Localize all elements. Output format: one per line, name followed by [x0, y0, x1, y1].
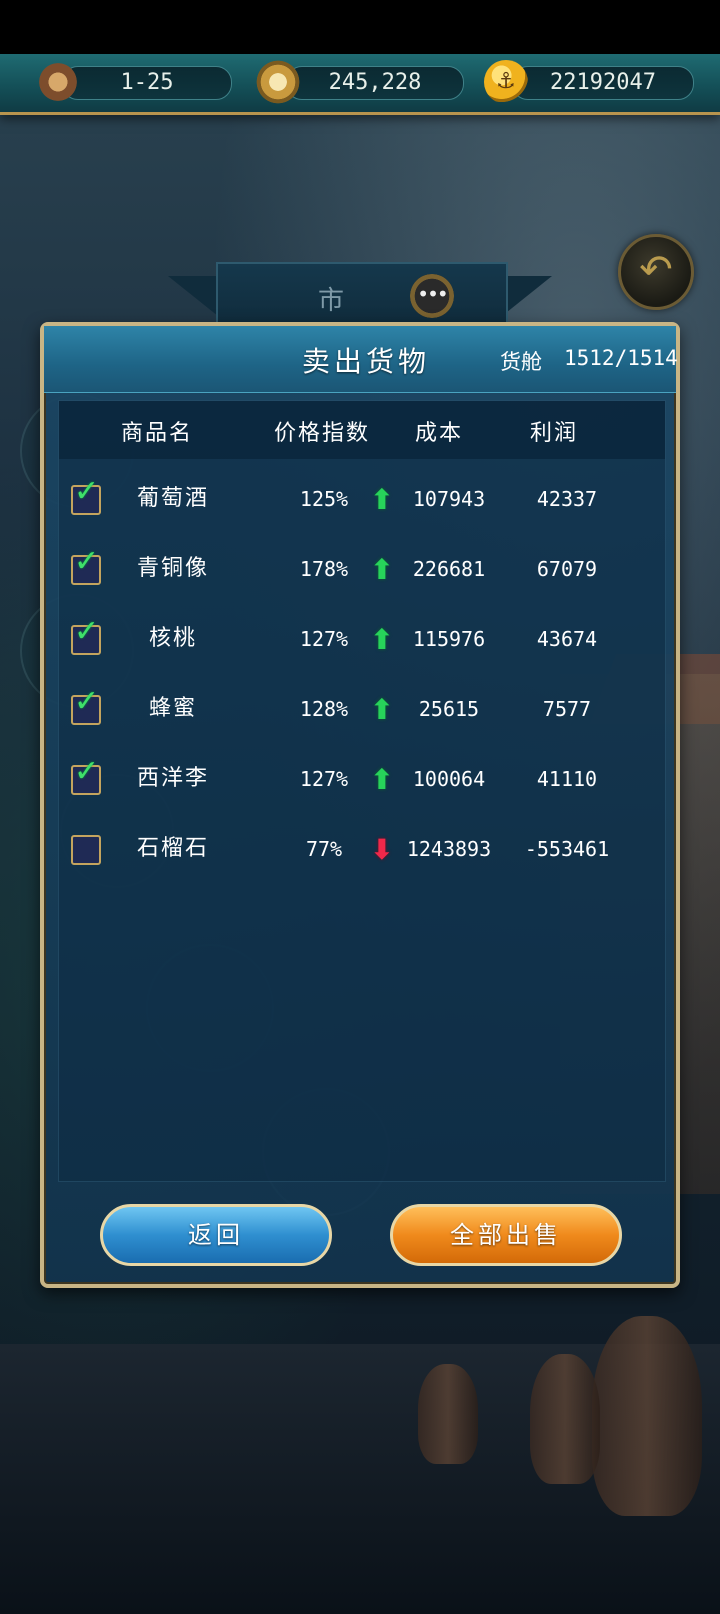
- anchor-coin-icon: ⚓: [484, 60, 528, 104]
- panel-title: 卖出货物: [302, 345, 431, 378]
- row-checkbox[interactable]: ✓: [71, 477, 101, 515]
- price-index: 127%: [299, 767, 349, 791]
- header-cost: 成本: [414, 421, 463, 446]
- profit: -553461: [524, 837, 610, 861]
- profit: 43674: [536, 627, 598, 651]
- table-row[interactable]: ✓ 核桃 127% ⬆ 115976 43674: [59, 605, 665, 675]
- row-checkbox[interactable]: [71, 835, 101, 865]
- compass-value-display: 245,228: [286, 66, 464, 100]
- profit: 42337: [536, 487, 598, 511]
- cost: 107943: [412, 487, 486, 511]
- back-button[interactable]: 返回: [100, 1204, 332, 1266]
- profit: 67079: [536, 557, 598, 581]
- row-checkbox[interactable]: ✓: [71, 617, 101, 655]
- price-index: 128%: [299, 697, 349, 721]
- row-checkbox[interactable]: ✓: [71, 687, 101, 725]
- price-index: 178%: [299, 557, 349, 581]
- sell-all-button[interactable]: 全部出售: [390, 1204, 622, 1266]
- table-header: 商品名 价格指数 成本 利润: [59, 401, 665, 459]
- market-title: 市 场: [318, 286, 357, 353]
- status-bar: [0, 0, 720, 54]
- goods-name: 葡萄酒: [136, 486, 209, 511]
- jar: [592, 1316, 702, 1516]
- resource-bar: 1-25 245,228 22192047 ⚓: [0, 54, 720, 115]
- header-name: 商品名: [120, 421, 193, 446]
- cost: 100064: [412, 767, 486, 791]
- cost: 226681: [412, 557, 486, 581]
- profit: 41110: [536, 767, 598, 791]
- checkmark-icon: ✓: [74, 684, 100, 719]
- price-index: 125%: [299, 487, 349, 511]
- goods-name: 西洋李: [136, 766, 209, 791]
- profit: 7577: [542, 697, 592, 721]
- checkmark-icon: ✓: [74, 754, 100, 789]
- row-checkbox[interactable]: ✓: [71, 547, 101, 585]
- cargo-hold-value: 1512/1514: [564, 346, 678, 370]
- goods-table: 商品名 价格指数 成本 利润 ✓ 葡萄酒 125% ⬆ 107943 42337…: [58, 400, 666, 1182]
- table-row[interactable]: ✓ 青铜像 178% ⬆ 226681 67079: [59, 535, 665, 605]
- checkmark-icon: ✓: [74, 474, 100, 509]
- cost: 25615: [418, 697, 480, 721]
- jar: [530, 1354, 600, 1484]
- sell-goods-panel: 卖出货物 货舱 1512/1514 商品名 价格指数 成本 利润 ✓ 葡萄酒 1…: [40, 322, 680, 1288]
- table-row[interactable]: ✓ 葡萄酒 125% ⬆ 107943 42337: [59, 465, 665, 535]
- goods-name: 石榴石: [136, 836, 209, 861]
- panel-header: 卖出货物 货舱 1512/1514: [44, 326, 678, 393]
- goods-name: 蜂蜜: [148, 696, 197, 721]
- table-row[interactable]: 石榴石 77% ⬇ 1243893 -553461: [59, 815, 665, 885]
- price-index: 77%: [305, 837, 343, 861]
- header-profit: 利润: [529, 421, 578, 446]
- cost: 115976: [412, 627, 486, 651]
- checkmark-icon: ✓: [74, 544, 100, 579]
- date-display: 1-25: [62, 66, 232, 100]
- header-price-index: 价格指数: [273, 421, 370, 446]
- anchor-icon: ⚓: [496, 69, 516, 94]
- cost: 1243893: [406, 837, 492, 861]
- compass-icon: [256, 60, 300, 104]
- back-arrow-icon[interactable]: ↶: [618, 234, 694, 310]
- jar: [418, 1364, 478, 1464]
- chat-icon[interactable]: •••: [410, 274, 454, 318]
- goods-name: 核桃: [148, 626, 197, 651]
- table-row[interactable]: ✓ 西洋李 127% ⬆ 100064 41110: [59, 745, 665, 815]
- price-index: 127%: [299, 627, 349, 651]
- goods-name: 青铜像: [136, 556, 209, 581]
- hourglass-icon: [36, 60, 80, 104]
- checkmark-icon: ✓: [74, 614, 100, 649]
- row-checkbox[interactable]: ✓: [71, 757, 101, 795]
- cargo-hold-label: 货舱: [500, 350, 542, 374]
- gold-display: 22192047: [512, 66, 694, 100]
- table-row[interactable]: ✓ 蜂蜜 128% ⬆ 25615 7577: [59, 675, 665, 745]
